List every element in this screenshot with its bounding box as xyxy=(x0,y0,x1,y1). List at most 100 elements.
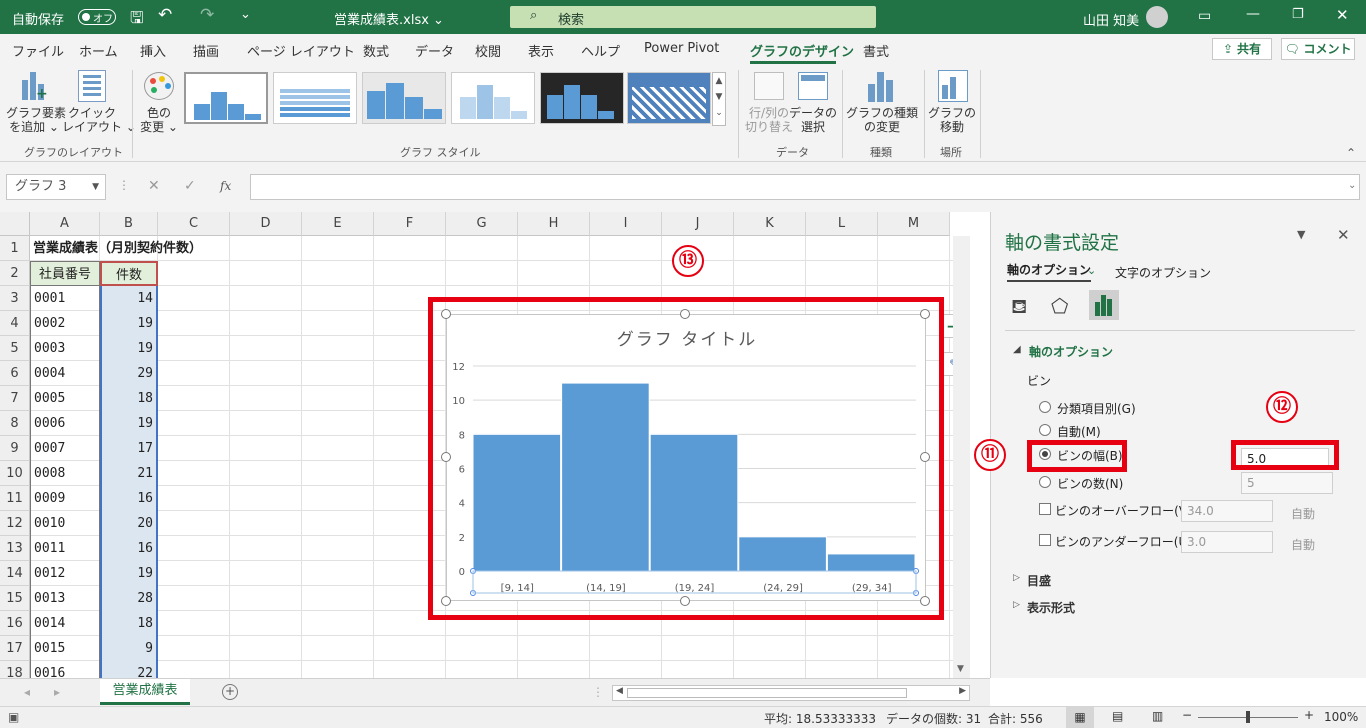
row-header-7[interactable]: 7 xyxy=(0,386,30,411)
row-header-13[interactable]: 13 xyxy=(0,536,30,561)
column-header-b[interactable]: B xyxy=(100,212,158,236)
tab-format[interactable]: 書式 xyxy=(863,41,889,60)
column-header-a[interactable]: A xyxy=(30,212,100,236)
tab-formulas[interactable]: 数式 xyxy=(363,41,389,60)
underflow-input[interactable]: 3.0 xyxy=(1181,531,1273,553)
row-header-12[interactable]: 12 xyxy=(0,511,30,536)
tab-draw[interactable]: 描画 xyxy=(193,41,219,60)
cell-count[interactable]: 19 xyxy=(100,411,158,436)
cell-count[interactable]: 21 xyxy=(100,461,158,486)
row-header-11[interactable]: 11 xyxy=(0,486,30,511)
axis-options-chart-icon[interactable] xyxy=(1089,290,1119,320)
cell-count[interactable]: 19 xyxy=(100,311,158,336)
move-chart-button[interactable]: グラフの 移動 xyxy=(928,106,976,134)
zoom-in-icon[interactable]: + xyxy=(1304,708,1314,722)
name-box[interactable]: グラフ 3 ▼ xyxy=(6,174,106,200)
restore-icon[interactable]: ❐ xyxy=(1292,7,1304,22)
row-header-15[interactable]: 15 xyxy=(0,586,30,611)
zoom-slider-thumb[interactable] xyxy=(1246,711,1250,723)
select-data-button[interactable]: データの 選択 xyxy=(788,106,838,134)
chart-style-2[interactable] xyxy=(273,72,357,124)
cell-employee-id[interactable]: 0009 xyxy=(30,486,100,511)
cell-employee-id[interactable]: 0010 xyxy=(30,511,100,536)
gallery-scroll[interactable]: ▲ ▼ ⌄ xyxy=(712,72,726,126)
switch-row-col-button[interactable]: 行/列の 切り替え xyxy=(744,106,794,134)
autosave-toggle[interactable]: オフ xyxy=(78,9,116,25)
checkbox-underflow[interactable] xyxy=(1039,534,1051,546)
change-colors-button[interactable]: 色の 変更 ⌄ xyxy=(134,106,184,134)
status-average[interactable]: 平均: 18.53333333 xyxy=(764,710,876,727)
column-header-m[interactable]: M xyxy=(878,212,950,236)
effects-pentagon-icon[interactable]: ⬠ xyxy=(1051,294,1068,318)
horizontal-scrollbar[interactable]: ◀ ▶ xyxy=(612,685,970,701)
row-header-8[interactable]: 8 xyxy=(0,411,30,436)
zoom-level[interactable]: 100% xyxy=(1324,710,1358,724)
status-sum[interactable]: 合計: 556 xyxy=(988,710,1043,727)
tab-chart-design[interactable]: グラフのデザイン xyxy=(750,41,854,60)
expand-formula-icon[interactable]: ⌄ xyxy=(1348,180,1356,191)
fill-line-icon[interactable]: ⛾ xyxy=(1011,294,1027,321)
zoom-slider[interactable] xyxy=(1198,711,1298,723)
column-header-l[interactable]: L xyxy=(806,212,878,236)
cell-employee-id[interactable]: 0013 xyxy=(30,586,100,611)
expand-number-icon[interactable]: ▷ xyxy=(1013,600,1020,610)
normal-view-icon[interactable]: ▦ xyxy=(1066,707,1094,728)
tab-help[interactable]: ヘルプ xyxy=(581,41,620,60)
row-header-2[interactable]: 2 xyxy=(0,261,30,286)
section-number-format[interactable]: 表示形式 xyxy=(1027,599,1075,616)
row-header-6[interactable]: 6 xyxy=(0,361,30,386)
axis-options-dropdown-icon[interactable]: ⌄ xyxy=(1087,264,1096,277)
prev-sheet-icon[interactable]: ◂ xyxy=(24,685,30,699)
search-box[interactable]: ⌕ 検索 xyxy=(510,6,876,28)
cell-count[interactable]: 28 xyxy=(100,586,158,611)
cell-count[interactable]: 18 xyxy=(100,386,158,411)
user-name[interactable]: 山田 知美 xyxy=(1083,10,1139,29)
redo-icon[interactable]: ↷ xyxy=(200,5,214,25)
cell-count[interactable]: 14 xyxy=(100,286,158,311)
row-header-16[interactable]: 16 xyxy=(0,611,30,636)
cell-employee-id[interactable]: 0004 xyxy=(30,361,100,386)
row-header-10[interactable]: 10 xyxy=(0,461,30,486)
bin-count-input[interactable]: 5 xyxy=(1241,472,1333,494)
tab-power-pivot[interactable]: Power Pivot xyxy=(644,41,719,56)
radio-automatic[interactable] xyxy=(1039,424,1051,436)
tab-insert[interactable]: 挿入 xyxy=(140,41,166,60)
cell-employee-id[interactable]: 0007 xyxy=(30,436,100,461)
row-header-3[interactable]: 3 xyxy=(0,286,30,311)
page-layout-view-icon[interactable]: ▤ xyxy=(1112,709,1123,723)
tab-page-layout[interactable]: ページ レイアウト xyxy=(247,41,355,60)
cell-employee-id[interactable]: 0011 xyxy=(30,536,100,561)
minimize-icon[interactable]: — xyxy=(1246,6,1260,22)
row-header-9[interactable]: 9 xyxy=(0,436,30,461)
cell-employee-id[interactable]: 0015 xyxy=(30,636,100,661)
chart-style-4[interactable] xyxy=(451,72,535,124)
column-header-j[interactable]: J xyxy=(662,212,734,236)
tab-file[interactable]: ファイル xyxy=(12,41,64,60)
cell-employee-id[interactable]: 0001 xyxy=(30,286,100,311)
chart-style-1[interactable] xyxy=(184,72,268,124)
cell-employee-id[interactable]: 0008 xyxy=(30,461,100,486)
customize-qat-icon[interactable]: ⌄ xyxy=(240,7,251,22)
section-tick-marks[interactable]: 目盛 xyxy=(1027,572,1051,589)
add-sheet-icon[interactable]: + xyxy=(222,684,238,700)
collapse-axis-options-icon[interactable]: ◢ xyxy=(1013,344,1021,355)
save-icon[interactable]: 🖫 xyxy=(130,7,144,34)
row-header-1[interactable]: 1 xyxy=(0,236,30,261)
cell-employee-id[interactable]: 0012 xyxy=(30,561,100,586)
tab-home[interactable]: ホーム xyxy=(79,41,118,60)
sheet-title-cell[interactable]: 営業成績表（月別契約件数） xyxy=(30,236,430,261)
horizontal-scroll-thumb[interactable] xyxy=(627,688,907,698)
row-header-18[interactable]: 18 xyxy=(0,661,30,678)
cell-employee-id[interactable]: 0006 xyxy=(30,411,100,436)
expand-ticks-icon[interactable]: ▷ xyxy=(1013,573,1020,583)
cell-count[interactable]: 19 xyxy=(100,336,158,361)
pane-options-icon[interactable]: ▼ xyxy=(1297,228,1305,241)
chart-style-5[interactable] xyxy=(540,72,624,124)
share-button[interactable]: ⇪ 共有 xyxy=(1212,38,1272,60)
add-chart-element-button[interactable]: グラフ要素 を追加 ⌄ xyxy=(6,106,66,134)
cell-count[interactable]: 17 xyxy=(100,436,158,461)
overflow-input[interactable]: 34.0 xyxy=(1181,500,1273,522)
cell-employee-id[interactable]: 0005 xyxy=(30,386,100,411)
tab-text-options[interactable]: 文字のオプション xyxy=(1115,264,1211,281)
column-header-g[interactable]: G xyxy=(446,212,518,236)
